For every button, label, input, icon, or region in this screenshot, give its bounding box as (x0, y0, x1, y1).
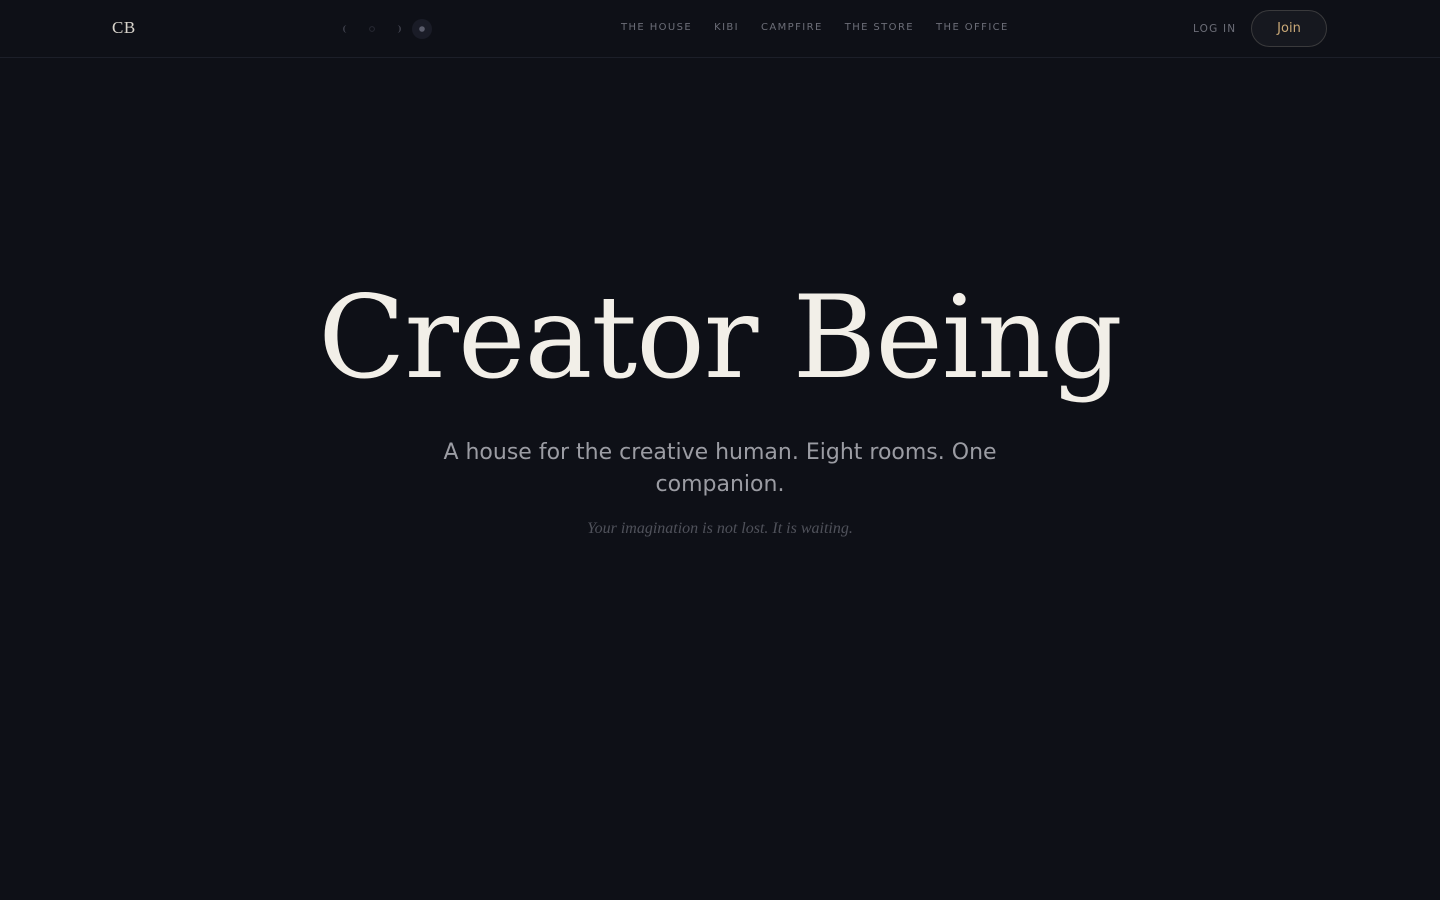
waning-moon-button[interactable] (337, 19, 357, 39)
hero-title: Creator Being (318, 271, 1122, 404)
hero-tagline: Your imagination is not lost. It is wait… (587, 520, 853, 537)
full-moon-button[interactable] (412, 19, 432, 39)
logo-link[interactable]: CB (112, 18, 136, 38)
login-link[interactable]: LOG IN (1193, 23, 1236, 35)
top-navigation-bar: CB THE HOUSE KIBI CAMPFIRE THE STORE THE… (0, 0, 1440, 58)
new-moon-icon (369, 26, 375, 32)
waxing-moon-button[interactable] (387, 19, 407, 39)
nav-link-the-store[interactable]: THE STORE (845, 22, 914, 33)
hero-subtitle: A house for the creative human. Eight ro… (443, 440, 997, 497)
waning-moon-icon (343, 25, 347, 33)
theme-phase-selector (337, 19, 432, 39)
nav-link-campfire[interactable]: CAMPFIRE (761, 22, 823, 33)
main-nav: THE HOUSE KIBI CAMPFIRE THE STORE THE OF… (621, 22, 1031, 33)
nav-link-the-office[interactable]: THE OFFICE (936, 22, 1009, 33)
full-moon-icon (419, 26, 425, 32)
waxing-moon-icon (397, 25, 401, 33)
new-moon-button[interactable] (362, 19, 382, 39)
nav-link-the-house[interactable]: THE HOUSE (621, 22, 692, 33)
join-button[interactable]: Join (1251, 10, 1327, 47)
nav-link-kibi[interactable]: KIBI (714, 22, 739, 33)
